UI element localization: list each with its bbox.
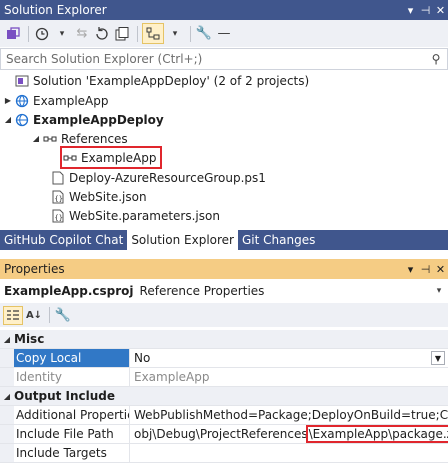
overflow-icon[interactable]: — xyxy=(215,23,233,44)
chevron-down-icon[interactable]: ▾ xyxy=(430,286,448,296)
solution-icon xyxy=(14,73,30,89)
window-position-dropdown-icon[interactable]: ▾ xyxy=(403,4,418,17)
tab-solution-explorer[interactable]: Solution Explorer xyxy=(127,230,238,250)
property-row-identity[interactable]: Identity ExampleApp xyxy=(0,368,448,387)
references-icon xyxy=(42,131,58,147)
tree-item-label: WebSite.parameters.json xyxy=(69,208,220,223)
refresh-icon[interactable] xyxy=(93,23,111,44)
window-position-dropdown-icon[interactable]: ▾ xyxy=(403,263,418,276)
tree-item-file[interactable]: Deploy-AzureResourceGroup.ps1 xyxy=(50,168,266,187)
tree-item-project[interactable]: ◢ ExampleAppDeploy xyxy=(2,110,164,129)
category-label: Output Include xyxy=(14,389,116,403)
property-pages-wrench-icon[interactable]: 🔧 xyxy=(54,306,72,325)
history-icon[interactable] xyxy=(33,23,51,44)
property-row-include-file-path[interactable]: Include File Path obj\Debug\ProjectRefer… xyxy=(0,425,448,444)
properties-object-selector[interactable]: ExampleApp.csproj Reference Properties ▾ xyxy=(0,281,448,301)
tree-item-solution[interactable]: Solution 'ExampleAppDeploy' (2 of 2 proj… xyxy=(2,71,309,90)
reference-icon xyxy=(62,150,78,166)
property-value[interactable]: ExampleApp xyxy=(130,368,448,386)
properties-titlebar: Properties ▾ ⊣ ✕ xyxy=(0,259,448,279)
expand-arrow-icon[interactable]: ▶ xyxy=(2,96,14,105)
collapse-arrow-icon[interactable]: ◢ xyxy=(0,392,14,401)
alphabetical-icon[interactable]: A↓ xyxy=(25,306,43,325)
pin-icon[interactable]: ⊣ xyxy=(418,4,433,17)
tree-item-label: WebSite.json xyxy=(69,189,147,204)
tree-item-file[interactable]: {} WebSite.parameters.json xyxy=(50,206,220,225)
include-path-prefix: obj\Debug\ProjectReferences xyxy=(134,427,308,441)
category-output-include[interactable]: ◢ Output Include xyxy=(0,387,448,406)
property-name[interactable]: Include Targets xyxy=(14,444,130,462)
collapse-arrow-icon[interactable]: ◢ xyxy=(2,115,14,124)
collapse-all-icon[interactable] xyxy=(113,23,131,44)
tree-item-label: ExampleApp xyxy=(81,150,157,165)
search-input[interactable]: Search Solution Explorer (Ctrl+;) xyxy=(1,52,425,66)
property-name[interactable]: Include File Path xyxy=(14,425,130,443)
svg-text:{}: {} xyxy=(55,195,63,203)
tab-github-copilot-chat[interactable]: GitHub Copilot Chat xyxy=(0,230,127,250)
pin-icon[interactable]: ⊣ xyxy=(418,263,433,276)
close-icon[interactable]: ✕ xyxy=(433,4,448,17)
collapse-arrow-icon[interactable]: ◢ xyxy=(30,134,42,143)
include-path-highlight: \ExampleApp\package.zip xyxy=(305,425,448,443)
web-project-icon xyxy=(14,93,30,109)
property-name[interactable]: Copy Local xyxy=(14,349,130,367)
search-icon[interactable]: ⚲ xyxy=(425,52,447,66)
tree-item-project[interactable]: ▶ ExampleApp xyxy=(2,91,109,110)
chevron-down-icon[interactable]: ▼ xyxy=(431,351,445,365)
property-row-include-targets[interactable]: Include Targets xyxy=(0,444,448,463)
property-value[interactable]: WebPublishMethod=Package;DeployOnBuild=t… xyxy=(130,406,448,424)
powershell-file-icon xyxy=(50,170,66,186)
history-dropdown-icon[interactable]: ▾ xyxy=(53,23,71,44)
collapse-arrow-icon[interactable]: ◢ xyxy=(0,335,14,344)
property-row-additional-properties[interactable]: Additional Properties WebPublishMethod=P… xyxy=(0,406,448,425)
tree-item-label: References xyxy=(61,131,128,146)
object-name: ExampleApp.csproj xyxy=(4,284,134,298)
categorized-icon[interactable] xyxy=(3,305,23,325)
tree-item-label: Solution 'ExampleAppDeploy' (2 of 2 proj… xyxy=(33,73,310,88)
json-file-icon: {} xyxy=(50,189,66,205)
property-row-copy-local[interactable]: Copy Local No ▼ xyxy=(0,349,448,368)
tree-item-references[interactable]: ◢ References xyxy=(30,129,128,148)
property-value[interactable]: No xyxy=(130,349,448,367)
deploy-project-icon xyxy=(14,112,30,128)
tree-item-file[interactable]: {} WebSite.json xyxy=(50,187,147,206)
property-value[interactable]: obj\Debug\ProjectReferences \ExampleApp\p… xyxy=(130,425,448,443)
solution-explorer-toolbar: ▾ ⇆ ▾ 🔧 — xyxy=(0,20,448,47)
close-icon[interactable]: ✕ xyxy=(433,263,448,276)
solution-explorer-search[interactable]: Search Solution Explorer (Ctrl+;) ⚲ xyxy=(0,48,448,70)
object-type: Reference Properties xyxy=(139,284,265,298)
property-name[interactable]: Additional Properties xyxy=(14,406,130,424)
category-misc[interactable]: ◢ Misc xyxy=(0,330,448,349)
tree-item-reference[interactable]: ExampleApp xyxy=(60,146,162,169)
property-name[interactable]: Identity xyxy=(14,368,130,386)
property-value[interactable] xyxy=(130,444,448,462)
category-label: Misc xyxy=(14,332,45,346)
tree-item-label: Deploy-AzureResourceGroup.ps1 xyxy=(69,170,266,185)
tree-item-label: ExampleAppDeploy xyxy=(33,112,164,127)
properties-title: Properties xyxy=(4,262,65,276)
tool-window-tabs: GitHub Copilot Chat Solution Explorer Gi… xyxy=(0,230,448,250)
json-file-icon: {} xyxy=(50,208,66,224)
tab-git-changes[interactable]: Git Changes xyxy=(238,230,319,250)
solution-tree: Solution 'ExampleAppDeploy' (2 of 2 proj… xyxy=(0,71,448,229)
solution-explorer-titlebar: Solution Explorer ▾ ⊣ ✕ xyxy=(0,0,448,20)
property-grid: ◢ Misc Copy Local No ▼ Identity ExampleA… xyxy=(0,330,448,470)
filter-dropdown-icon[interactable]: ▾ xyxy=(166,23,184,44)
solution-explorer-title: Solution Explorer xyxy=(4,3,107,17)
show-all-files-icon[interactable] xyxy=(142,23,164,44)
tree-item-label: ExampleApp xyxy=(33,93,109,108)
svg-text:{}: {} xyxy=(55,214,63,222)
properties-toolbar: A↓ 🔧 xyxy=(0,303,448,327)
properties-wrench-icon[interactable]: 🔧 xyxy=(195,23,213,44)
sync-icon[interactable]: ⇆ xyxy=(73,23,91,44)
vs-switch-views-icon[interactable] xyxy=(4,23,22,44)
